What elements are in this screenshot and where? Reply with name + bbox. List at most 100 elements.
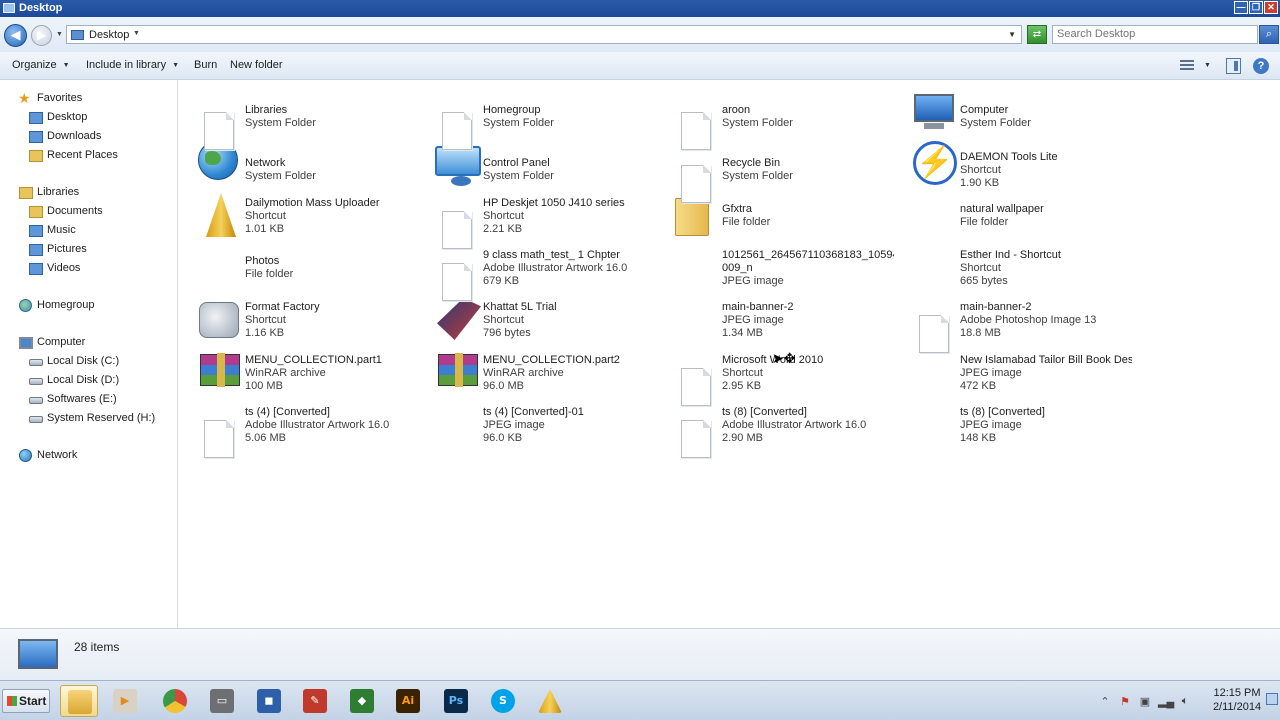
app-taskbar-button[interactable]: ▭ — [203, 685, 241, 717]
nav-system-reserved-h[interactable]: System Reserved (H:) — [47, 412, 155, 424]
clock[interactable]: 12:15 PM 2/11/2014 — [1206, 686, 1268, 714]
refresh-button[interactable]: ⇄ — [1027, 25, 1047, 44]
file-item[interactable]: DAEMON Tools Lite Shortcut 1.90 KB — [894, 151, 1132, 203]
recent-places-icon — [29, 150, 43, 162]
preview-pane-button[interactable] — [1226, 58, 1241, 74]
illustrator-taskbar-button[interactable]: Ai — [389, 685, 427, 717]
file-item[interactable]: natural wallpaper File folder — [894, 203, 1132, 255]
action-center-icon[interactable]: ⚑ — [1118, 695, 1132, 708]
search-icon[interactable]: ⌕ — [1259, 25, 1279, 44]
nav-recent-places[interactable]: Recent Places — [47, 149, 118, 161]
file-item[interactable]: MENU_COLLECTION.part2 WinRAR archive 96.0 … — [417, 354, 655, 406]
file-item[interactable]: main-banner-2 Adobe Photoshop Image 13 18.… — [894, 301, 1132, 353]
nav-desktop[interactable]: Desktop — [47, 111, 87, 123]
nav-local-disk-c[interactable]: Local Disk (C:) — [47, 355, 119, 367]
file-item[interactable]: Dailymotion Mass Uploader Shortcut 1.01 KB — [179, 197, 417, 249]
file-item[interactable]: Esther Ind - Shortcut Shortcut 665 bytes — [894, 249, 1132, 301]
nav-softwares-e[interactable]: Softwares (E:) — [47, 393, 117, 405]
file-item[interactable]: HP Deskjet 1050 J410 series Shortcut 2.21 … — [417, 197, 655, 249]
close-button[interactable]: ✕ — [1264, 1, 1278, 14]
file-type: Shortcut — [245, 210, 286, 223]
photoshop-taskbar-button[interactable]: Ps — [437, 685, 475, 717]
tray-app-icon[interactable]: ▣ — [1138, 695, 1152, 708]
show-desktop-button[interactable] — [1266, 693, 1278, 705]
file-size: 665 bytes — [960, 275, 1008, 288]
burn-button[interactable]: Burn — [194, 59, 217, 71]
maximize-button[interactable]: ❐ — [1249, 1, 1263, 14]
file-item[interactable]: ts (8) [Converted] Adobe Illustrator Artw… — [656, 406, 894, 458]
file-item[interactable]: MENU_COLLECTION.part1 WinRAR archive 100 M… — [179, 354, 417, 406]
file-name: natural wallpaper — [960, 203, 1044, 215]
file-item-text: aroon System Folder — [722, 104, 894, 130]
file-item[interactable]: main-banner-2 JPEG image 1.34 MB — [656, 301, 894, 353]
nav-documents[interactable]: Documents — [47, 205, 103, 217]
search-input[interactable] — [1057, 28, 1252, 40]
network-signal-icon[interactable]: ▂▄ — [1158, 695, 1174, 708]
file-item[interactable]: Recycle Bin System Folder — [656, 157, 894, 209]
file-size: 100 MB — [245, 380, 283, 393]
chrome-taskbar-button[interactable] — [156, 685, 194, 717]
view-options-icon[interactable] — [1180, 58, 1194, 74]
media-player-taskbar-button[interactable]: ▶ — [106, 685, 144, 717]
nav-homegroup[interactable]: Homegroup — [37, 299, 94, 311]
file-type: Adobe Photoshop Image 13 — [960, 314, 1097, 327]
file-item[interactable]: Photos File folder — [179, 255, 417, 307]
nav-libraries[interactable]: Libraries — [37, 186, 79, 198]
file-item[interactable]: Format Factory Shortcut 1.16 KB — [179, 301, 417, 353]
file-name: Khattat 5L Trial — [483, 301, 557, 313]
inpage-taskbar-button[interactable]: ✎ — [296, 685, 334, 717]
file-name: main-banner-2 — [960, 301, 1032, 313]
address-path[interactable]: Desktop — [89, 29, 129, 41]
nav-local-disk-d[interactable]: Local Disk (D:) — [47, 374, 119, 386]
breadcrumb-chevron-icon[interactable]: ▼ — [133, 30, 140, 37]
nav-videos[interactable]: Videos — [47, 262, 80, 274]
file-item[interactable]: Libraries System Folder — [179, 104, 417, 156]
chevron-down-icon: ▼ — [172, 62, 180, 69]
volume-icon[interactable]: 🔈︎ — [1178, 695, 1192, 708]
skype-taskbar-button[interactable]: S — [484, 685, 522, 717]
nav-music[interactable]: Music — [47, 224, 76, 236]
nav-favorites[interactable]: Favorites — [37, 92, 82, 104]
file-item[interactable]: 1012561_264567110368183_1059424 009_n JPEG… — [656, 249, 894, 301]
file-item[interactable]: Khattat 5L Trial Shortcut 796 bytes — [417, 301, 655, 353]
organize-menu[interactable]: Organize ▼ — [12, 59, 70, 71]
file-item[interactable]: Homegroup System Folder — [417, 104, 655, 156]
file-list: ⚡ Libraries System Folder Homegroup System … — [179, 80, 1280, 628]
forward-button[interactable]: ▶ — [31, 25, 52, 46]
file-item-text: 1012561_264567110368183_1059424 009_n JPEG… — [722, 249, 894, 289]
file-item[interactable]: New Islamabad Tailor Bill Book Design JPE… — [894, 354, 1132, 406]
clock-date: 2/11/2014 — [1212, 701, 1262, 713]
nav-downloads[interactable]: Downloads — [47, 130, 101, 142]
file-type: System Folder — [245, 170, 316, 183]
app-taskbar-button[interactable]: ◼ — [250, 685, 288, 717]
file-item[interactable]: 9 class math_test_ 1 Chpter Adobe Illustr… — [417, 249, 655, 301]
nav-network[interactable]: Network — [37, 449, 77, 461]
file-item[interactable]: ts (4) [Converted] Adobe Illustrator Artw… — [179, 406, 417, 458]
app-taskbar-button[interactable]: ◆ — [343, 685, 381, 717]
explorer-taskbar-button[interactable] — [60, 685, 98, 717]
address-dropdown-icon[interactable]: ▼ — [1008, 30, 1016, 39]
file-item[interactable]: aroon System Folder — [656, 104, 894, 156]
file-name: HP Deskjet 1050 J410 series — [483, 197, 625, 209]
start-button[interactable]: Start — [2, 689, 50, 713]
help-icon[interactable]: ? — [1253, 58, 1269, 74]
file-size: 796 bytes — [483, 327, 531, 340]
include-in-library-menu[interactable]: Include in library ▼ — [86, 59, 179, 71]
view-dropdown-icon[interactable]: ▼ — [1204, 62, 1211, 78]
back-button[interactable]: ◀ — [4, 24, 27, 47]
minimize-button[interactable]: — — [1234, 1, 1248, 14]
nav-computer[interactable]: Computer — [37, 336, 85, 348]
file-size: 2.90 MB — [722, 432, 763, 445]
app-taskbar-button[interactable] — [531, 685, 569, 717]
nav-pictures[interactable]: Pictures — [47, 243, 87, 255]
address-bar[interactable]: Desktop ▼ ▼ — [66, 25, 1022, 44]
file-item[interactable]: ts (8) [Converted] JPEG image 148 KB — [894, 406, 1132, 458]
search-box[interactable] — [1052, 25, 1258, 44]
history-dropdown-icon[interactable]: ▼ — [56, 31, 63, 38]
show-hidden-icons-icon[interactable]: ⌃ — [1098, 695, 1112, 708]
file-type: Shortcut — [960, 262, 1001, 275]
file-item[interactable]: Computer System Folder — [894, 104, 1132, 156]
new-folder-button[interactable]: New folder — [230, 59, 283, 71]
file-item[interactable]: Gfxtra File folder — [656, 203, 894, 255]
file-item[interactable]: ts (4) [Converted]-01 JPEG image 96.0 KB — [417, 406, 655, 458]
